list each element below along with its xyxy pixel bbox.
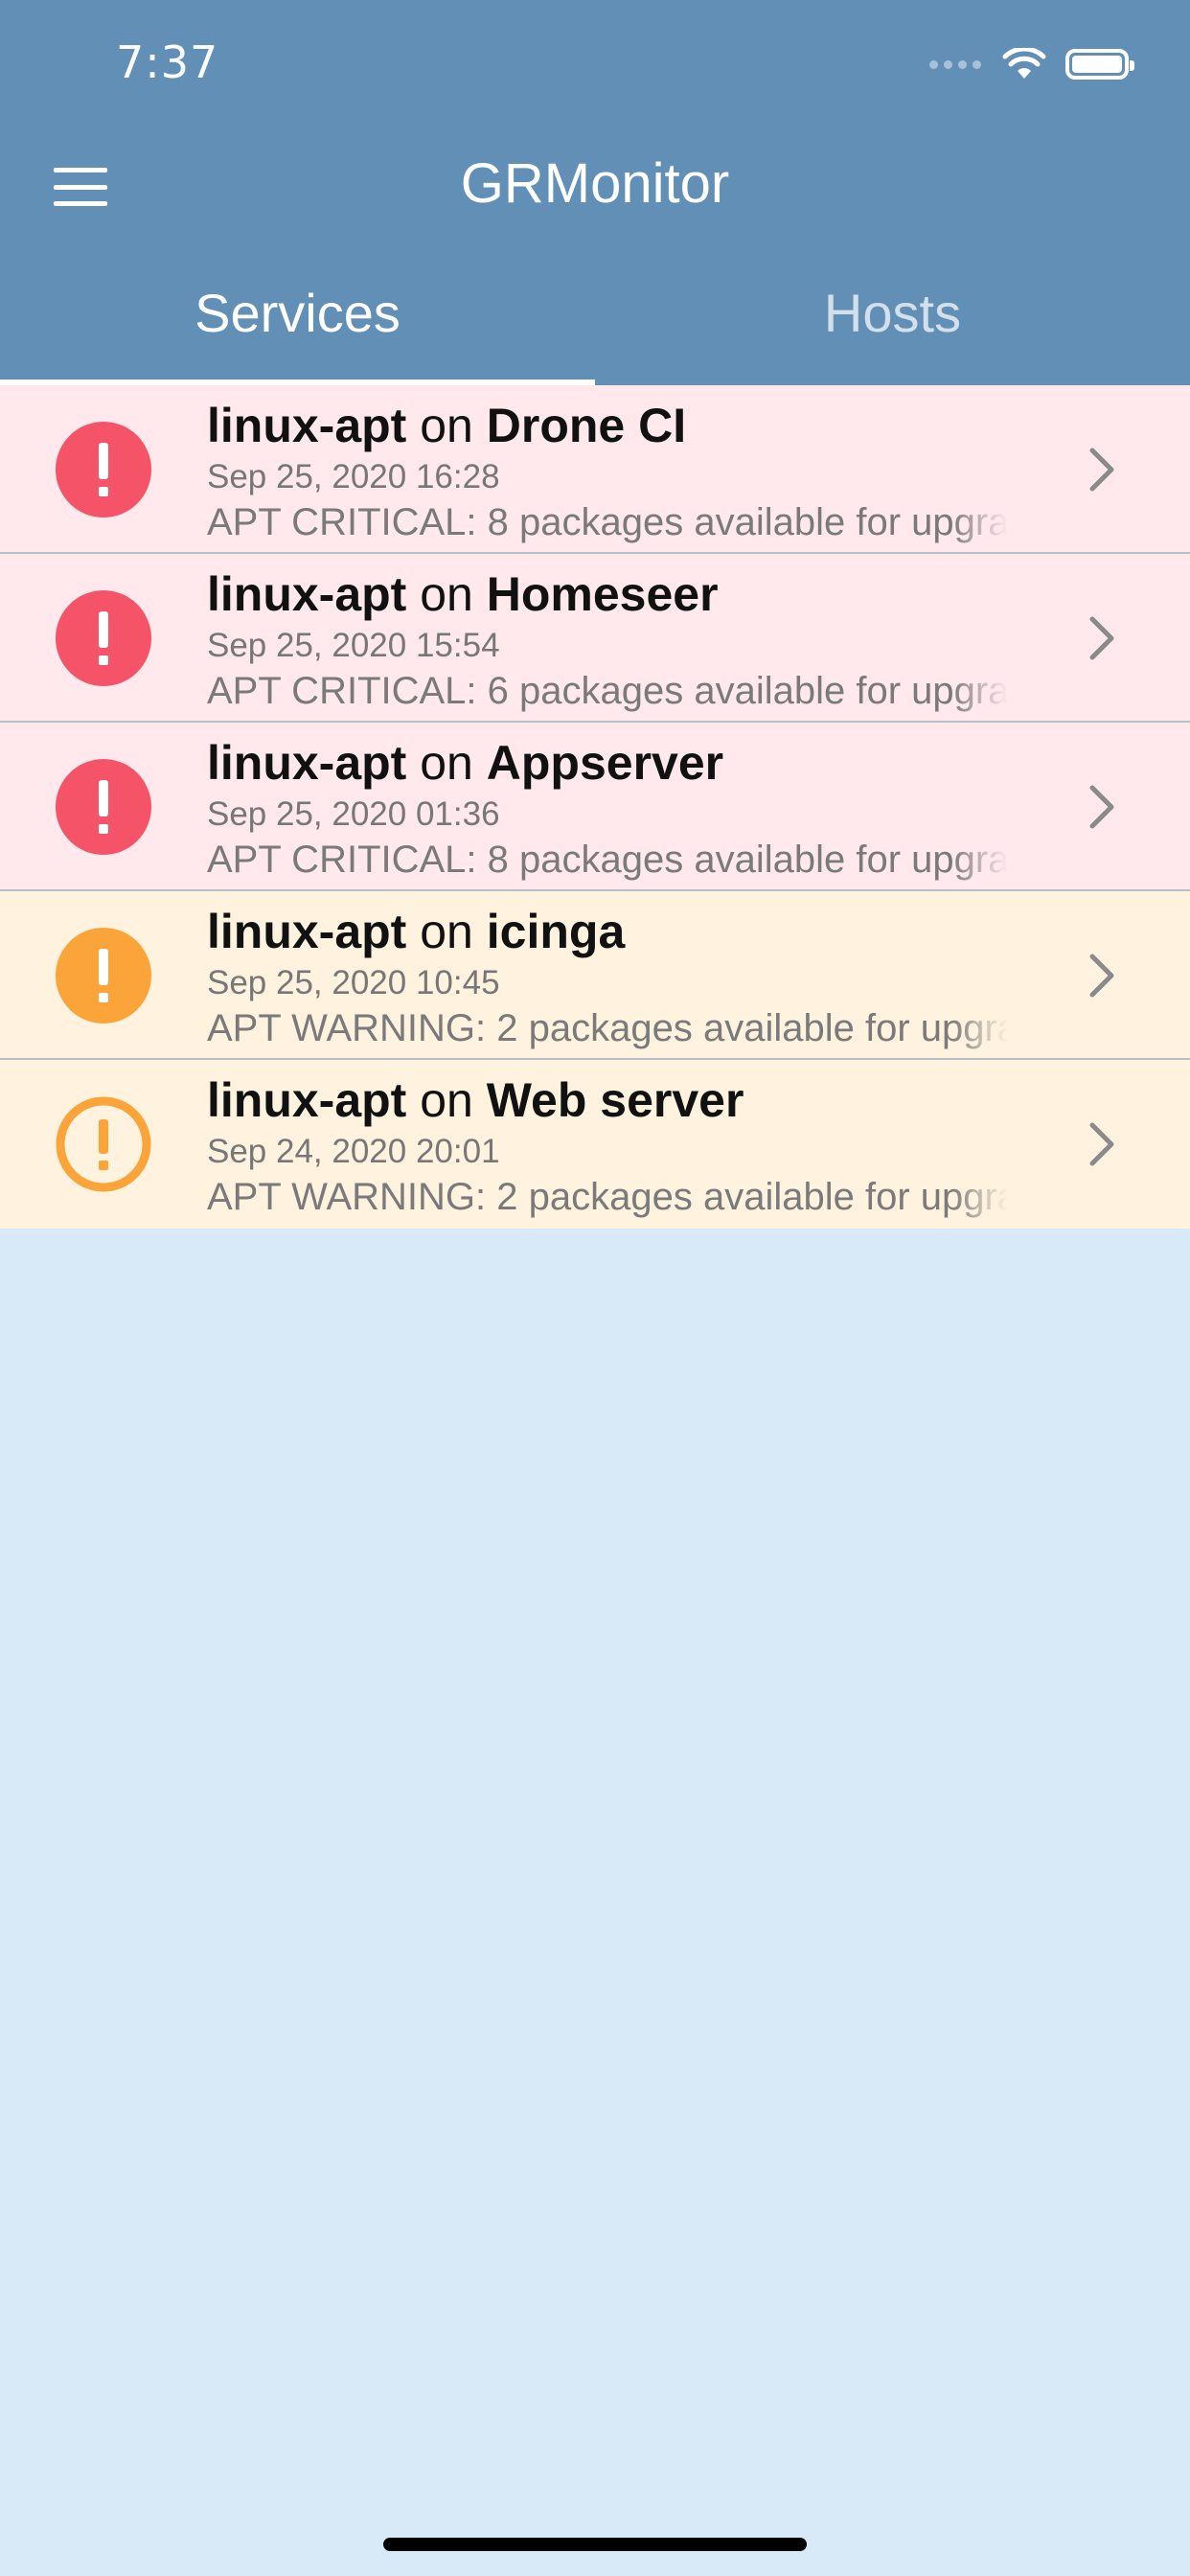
host-name: icinga xyxy=(486,905,626,958)
service-row[interactable]: linux-apt on icinga Sep 25, 2020 10:45 A… xyxy=(0,891,1190,1060)
service-row[interactable]: linux-apt on Appserver Sep 25, 2020 01:3… xyxy=(0,723,1190,891)
chevron-right-icon xyxy=(1089,954,1114,998)
service-title: linux-apt on Web server xyxy=(207,1070,1008,1131)
service-date: Sep 25, 2020 16:28 xyxy=(207,458,500,495)
alert-filled-icon xyxy=(56,590,151,686)
home-indicator[interactable] xyxy=(383,2538,807,2551)
chevron-right-icon xyxy=(1089,785,1114,829)
service-title: linux-apt on icinga xyxy=(207,901,1008,962)
connector-text: on xyxy=(420,399,473,452)
chevron-right-icon xyxy=(1089,448,1114,492)
service-name: linux-apt xyxy=(207,399,407,452)
service-row[interactable]: linux-apt on Web server Sep 24, 2020 20:… xyxy=(0,1060,1190,1229)
service-row[interactable]: linux-apt on Homeseer Sep 25, 2020 15:54… xyxy=(0,554,1190,723)
status-time: 7:37 xyxy=(116,36,219,88)
tab-hosts[interactable]: Hosts xyxy=(595,270,1190,385)
host-name: Appserver xyxy=(486,736,724,790)
battery-icon xyxy=(1065,49,1134,80)
service-message: APT CRITICAL: 8 packages available for u… xyxy=(207,839,1008,881)
service-title: linux-apt on Drone CI xyxy=(207,395,1008,456)
service-date: Sep 25, 2020 15:54 xyxy=(207,627,500,664)
wifi-icon xyxy=(1002,48,1046,79)
service-title: linux-apt on Homeseer xyxy=(207,564,1008,625)
alert-outline-icon xyxy=(56,1096,151,1192)
service-name: linux-apt xyxy=(207,567,407,621)
service-row[interactable]: linux-apt on Drone CI Sep 25, 2020 16:28… xyxy=(0,385,1190,554)
alert-filled-icon xyxy=(56,928,151,1024)
service-name: linux-apt xyxy=(207,1073,407,1127)
service-date: Sep 24, 2020 20:01 xyxy=(207,1133,500,1170)
host-name: Drone CI xyxy=(486,399,687,452)
connector-text: on xyxy=(420,1073,473,1127)
app-title: GRMonitor xyxy=(460,152,730,215)
host-name: Web server xyxy=(486,1073,744,1127)
chevron-right-icon xyxy=(1089,616,1114,660)
service-message: APT WARNING: 2 packages available for up… xyxy=(207,1176,1008,1218)
tab-services[interactable]: Services xyxy=(0,270,595,385)
status-icons xyxy=(929,42,1134,86)
service-message: APT CRITICAL: 8 packages available for u… xyxy=(207,501,1008,543)
tab-bar: Services Hosts xyxy=(0,270,1190,385)
chevron-right-icon xyxy=(1089,1122,1114,1166)
connector-text: on xyxy=(420,736,473,790)
service-list: linux-apt on Drone CI Sep 25, 2020 16:28… xyxy=(0,385,1190,1229)
host-name: Homeseer xyxy=(486,567,719,621)
app-bar: 7:37 GRMonitor Services Hosts xyxy=(0,0,1190,385)
service-name: linux-apt xyxy=(207,736,407,790)
service-name: linux-apt xyxy=(207,905,407,958)
service-message: APT WARNING: 2 packages available for up… xyxy=(207,1007,1008,1049)
alert-filled-icon xyxy=(56,759,151,855)
alert-filled-icon xyxy=(56,422,151,518)
connector-text: on xyxy=(420,905,473,958)
service-title: linux-apt on Appserver xyxy=(207,732,1008,794)
service-date: Sep 25, 2020 10:45 xyxy=(207,964,500,1001)
signal-icon xyxy=(929,59,981,69)
service-date: Sep 25, 2020 01:36 xyxy=(207,795,500,833)
service-message: APT CRITICAL: 6 packages available for u… xyxy=(207,670,1008,712)
connector-text: on xyxy=(420,567,473,621)
